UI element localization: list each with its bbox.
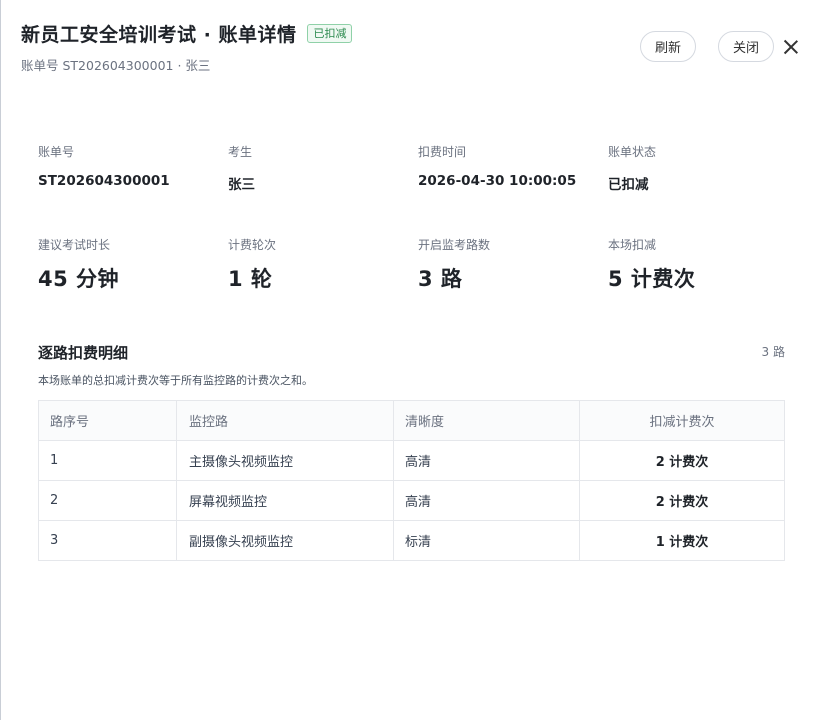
summary-duration: 建议考试时长 45 分钟: [38, 236, 228, 293]
summary-value: 3 路: [418, 267, 463, 291]
table-cell: 主摄像头视频监控: [176, 440, 394, 481]
summary-label: 计费轮次: [228, 238, 277, 252]
table-cell: 2: [38, 480, 177, 521]
table-cell: 副摄像头视频监控: [176, 520, 394, 561]
status-badge: 已扣减: [307, 24, 353, 43]
summary-value: 已扣减: [608, 177, 649, 193]
summary-label: 账单号: [38, 145, 75, 159]
summary-streams: 开启监考路数 3 路: [418, 236, 608, 293]
summary-value: 张三: [228, 177, 255, 193]
summary-deduction: 本场扣减 5 计费次: [608, 236, 798, 293]
table-cell: 标清: [393, 520, 580, 561]
summary-charge-time: 扣费时间 2026-04-30 10:00:05: [418, 143, 608, 193]
close-button[interactable]: 关闭: [717, 31, 774, 62]
summary-label: 开启监考路数: [418, 238, 491, 252]
summary-rounds: 计费轮次 1 轮: [228, 236, 418, 293]
page-title: 新员工安全培训考试 · 账单详情: [21, 24, 297, 46]
summary-label: 扣费时间: [418, 145, 467, 159]
column-header: 监控路: [176, 400, 394, 441]
header-actions: 刷新 关闭: [639, 31, 800, 62]
summary-row-1: 账单号 ST202604300001 考生 张三 扣费时间 2026-04-30…: [38, 143, 798, 193]
table-row: 3 副摄像头视频监控 标清 1 计费次: [38, 520, 785, 561]
summary-value: ST202604300001: [38, 173, 170, 189]
table-cell: 屏幕视频监控: [176, 480, 394, 521]
detail-table: 路序号 监控路 清晰度 扣减计费次 1 主摄像头视频监控 高清 2 计费次 2 …: [38, 400, 785, 561]
summary-label: 建议考试时长: [38, 238, 111, 252]
summary-value: 2026-04-30 10:00:05: [418, 173, 577, 189]
section-title: 逐路扣费明细: [38, 344, 129, 362]
close-icon[interactable]: [782, 38, 800, 56]
table-header-row: 路序号 监控路 清晰度 扣减计费次: [38, 400, 785, 441]
table-cell: 2 计费次: [579, 440, 785, 481]
summary-label: 本场扣减: [608, 238, 657, 252]
table-row: 2 屏幕视频监控 高清 2 计费次: [38, 480, 785, 521]
detail-section-header: 逐路扣费明细 3 路 本场账单的总扣减计费次等于所有监控路的计费次之和。: [38, 342, 785, 388]
summary-value: 1 轮: [228, 267, 273, 291]
summary-grid: 账单号 ST202604300001 考生 张三 扣费时间 2026-04-30…: [38, 143, 798, 293]
refresh-button[interactable]: 刷新: [639, 31, 696, 62]
column-header: 路序号: [38, 400, 177, 441]
table-cell: 1 计费次: [579, 520, 785, 561]
summary-label: 账单状态: [608, 145, 657, 159]
summary-examinee: 考生 张三: [228, 143, 418, 193]
summary-value: 5 计费次: [608, 267, 696, 291]
bill-detail-drawer: 新员工安全培训考试 · 账单详情 已扣减 账单号 ST202604300001 …: [0, 0, 820, 720]
summary-bill-status: 账单状态 已扣减: [608, 143, 798, 193]
section-description: 本场账单的总扣减计费次等于所有监控路的计费次之和。: [38, 374, 313, 387]
table-cell: 高清: [393, 480, 580, 521]
column-header: 扣减计费次: [579, 400, 785, 441]
section-count: 3 路: [761, 345, 785, 359]
table-cell: 高清: [393, 440, 580, 481]
table-cell: 3: [38, 520, 177, 561]
table-cell: 1: [38, 440, 177, 481]
summary-label: 考生: [228, 145, 253, 159]
table-row: 1 主摄像头视频监控 高清 2 计费次: [38, 440, 785, 481]
drawer-header: 新员工安全培训考试 · 账单详情 已扣减 账单号 ST202604300001 …: [21, 20, 800, 80]
summary-row-2: 建议考试时长 45 分钟 计费轮次 1 轮 开启监考路数 3 路 本场扣减 5 …: [38, 236, 798, 293]
summary-bill-no: 账单号 ST202604300001: [38, 143, 228, 193]
summary-value: 45 分钟: [38, 267, 120, 291]
column-header: 清晰度: [393, 400, 580, 441]
table-cell: 2 计费次: [579, 480, 785, 521]
